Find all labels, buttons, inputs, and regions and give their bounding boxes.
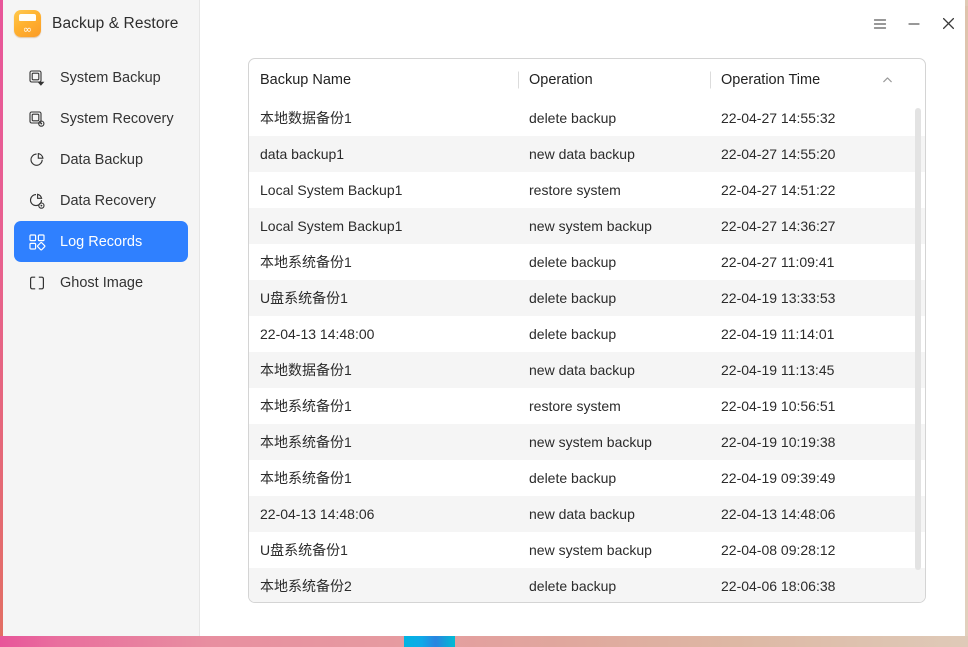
cell-backup-name: 本地系统备份1	[260, 398, 352, 414]
table-row[interactable]: Local System Backup1 new system backup 22-…	[249, 208, 925, 244]
minimize-icon[interactable]	[897, 9, 931, 39]
backup-restore-app-icon: ∞	[14, 10, 41, 37]
cell-backup-name: Local System Backup1	[260, 182, 403, 198]
cell-operation: new data backup	[529, 506, 635, 522]
cell-operation-time: 22-04-19 09:39:49	[721, 470, 836, 486]
taskbar-active-item[interactable]	[404, 636, 455, 647]
cell-operation: delete backup	[529, 254, 617, 270]
column-header-backup-name[interactable]: Backup Name	[249, 72, 529, 88]
cell-backup-name: U盘系统备份1	[260, 290, 348, 306]
cell-operation-time: 22-04-13 14:48:06	[721, 506, 836, 522]
cell-operation-time: 22-04-06 18:06:38	[721, 578, 836, 594]
sidebar-item-label: System Recovery	[60, 110, 174, 127]
cell-backup-name: data backup1	[260, 146, 345, 162]
table-header-row: Backup Name Operation Operation Time	[249, 59, 925, 100]
taskbar-strip	[0, 636, 968, 647]
table-row[interactable]: 22-04-13 14:48:06 new data backup 22-04-13…	[249, 496, 925, 532]
table-row[interactable]: U盘系统备份1 new system backup 22-04-08 09:28:1…	[249, 532, 925, 568]
main-content: Backup Name Operation Operation Time 本地数…	[201, 0, 965, 636]
cell-operation: new system backup	[529, 434, 652, 450]
sidebar-item-data-backup[interactable]: Data Backup	[14, 139, 188, 180]
cell-operation: delete backup	[529, 110, 617, 126]
sidebar-item-label: System Backup	[60, 69, 161, 86]
close-icon[interactable]	[931, 9, 965, 39]
cell-backup-name: 本地数据备份1	[260, 362, 352, 378]
cell-backup-name: Local System Backup1	[260, 218, 403, 234]
log-records-table: Backup Name Operation Operation Time 本地数…	[248, 58, 926, 603]
sidebar-item-label: Log Records	[60, 233, 143, 250]
sidebar-item-system-recovery[interactable]: System Recovery	[14, 98, 188, 139]
sidebar-item-data-recovery[interactable]: Data Recovery	[14, 180, 188, 221]
table-row[interactable]: 22-04-13 14:48:00 delete backup 22-04-19 1…	[249, 316, 925, 352]
app-icon-loops: ∞	[22, 23, 33, 36]
system-backup-icon	[28, 69, 46, 87]
column-header-operation-time[interactable]: Operation Time	[721, 72, 901, 88]
cell-operation-time: 22-04-27 14:55:20	[721, 146, 836, 162]
cell-backup-name: 本地数据备份1	[260, 110, 352, 126]
cell-backup-name: 本地系统备份1	[260, 434, 352, 450]
cell-operation: new system backup	[529, 542, 652, 558]
cell-operation-time: 22-04-27 14:51:22	[721, 182, 836, 198]
ghost-image-icon	[28, 274, 46, 292]
table-row[interactable]: 本地系统备份1 delete backup 22-04-19 09:39:49	[249, 460, 925, 496]
sidebar: ∞ Backup & Restore System Backup System …	[3, 0, 200, 636]
app-icon-lid	[19, 14, 36, 21]
cell-operation-time: 22-04-27 14:55:32	[721, 110, 836, 126]
table-row[interactable]: 本地系统备份1 new system backup 22-04-19 10:19:3…	[249, 424, 925, 460]
cell-operation: restore system	[529, 182, 621, 198]
table-body: 本地数据备份1 delete backup 22-04-27 14:55:32 dat…	[249, 100, 925, 602]
cell-operation: restore system	[529, 398, 621, 414]
cell-operation-time: 22-04-19 10:19:38	[721, 434, 836, 450]
cell-operation-time: 22-04-19 10:56:51	[721, 398, 836, 414]
sidebar-nav: System Backup System Recovery Data Backu…	[3, 57, 199, 303]
table-row[interactable]: Local System Backup1 restore system 22-04-…	[249, 172, 925, 208]
cell-operation: delete backup	[529, 470, 617, 486]
data-backup-icon	[28, 151, 46, 169]
cell-operation: new data backup	[529, 362, 635, 378]
cell-operation: delete backup	[529, 290, 617, 306]
cell-backup-name: 22-04-13 14:48:06	[260, 506, 375, 522]
table-scrollbar-thumb[interactable]	[915, 108, 921, 570]
data-recovery-icon	[28, 192, 46, 210]
cell-operation: new system backup	[529, 218, 652, 234]
sidebar-item-system-backup[interactable]: System Backup	[14, 57, 188, 98]
sidebar-item-label: Ghost Image	[60, 274, 144, 291]
cell-operation-time: 22-04-08 09:28:12	[721, 542, 836, 558]
cell-operation-time: 22-04-19 11:14:01	[721, 326, 835, 342]
cell-operation-time: 22-04-19 11:13:45	[721, 362, 835, 378]
cell-backup-name: 本地系统备份1	[260, 254, 352, 270]
table-row[interactable]: 本地数据备份1 delete backup 22-04-27 14:55:32	[249, 100, 925, 136]
table-row[interactable]: data backup1 new data backup 22-04-27 14:5…	[249, 136, 925, 172]
cell-backup-name: U盘系统备份1	[260, 542, 348, 558]
application-window: ∞ Backup & Restore System Backup System …	[3, 0, 965, 636]
cell-operation: delete backup	[529, 578, 617, 594]
log-records-icon	[28, 233, 46, 251]
hamburger-menu-icon[interactable]	[863, 9, 897, 39]
chevron-up-icon[interactable]	[881, 73, 894, 86]
cell-backup-name: 本地系统备份2	[260, 578, 352, 594]
app-title: Backup & Restore	[52, 14, 179, 32]
sidebar-item-label: Data Recovery	[60, 192, 156, 209]
cell-operation: delete backup	[529, 326, 617, 342]
sidebar-item-label: Data Backup	[60, 151, 144, 168]
column-header-operation[interactable]: Operation	[529, 72, 721, 88]
sidebar-item-ghost-image[interactable]: Ghost Image	[14, 262, 188, 303]
window-controls	[863, 0, 965, 47]
system-recovery-icon	[28, 110, 46, 128]
cell-operation-time: 22-04-27 11:09:41	[721, 254, 835, 270]
app-brand: ∞ Backup & Restore	[3, 0, 199, 47]
table-scrollbar[interactable]	[915, 100, 921, 602]
cell-operation-time: 22-04-27 14:36:27	[721, 218, 836, 234]
table-row[interactable]: U盘系统备份1 delete backup 22-04-19 13:33:53	[249, 280, 925, 316]
cell-backup-name: 22-04-13 14:48:00	[260, 326, 375, 342]
sidebar-item-log-records[interactable]: Log Records	[14, 221, 188, 262]
table-row[interactable]: 本地数据备份1 new data backup 22-04-19 11:13:45	[249, 352, 925, 388]
cell-operation: new data backup	[529, 146, 635, 162]
table-row[interactable]: 本地系统备份1 restore system 22-04-19 10:56:51	[249, 388, 925, 424]
table-row[interactable]: 本地系统备份1 delete backup 22-04-27 11:09:41	[249, 244, 925, 280]
cell-backup-name: 本地系统备份1	[260, 470, 352, 486]
table-row[interactable]: 本地系统备份2 delete backup 22-04-06 18:06:38	[249, 568, 925, 602]
cell-operation-time: 22-04-19 13:33:53	[721, 290, 836, 306]
